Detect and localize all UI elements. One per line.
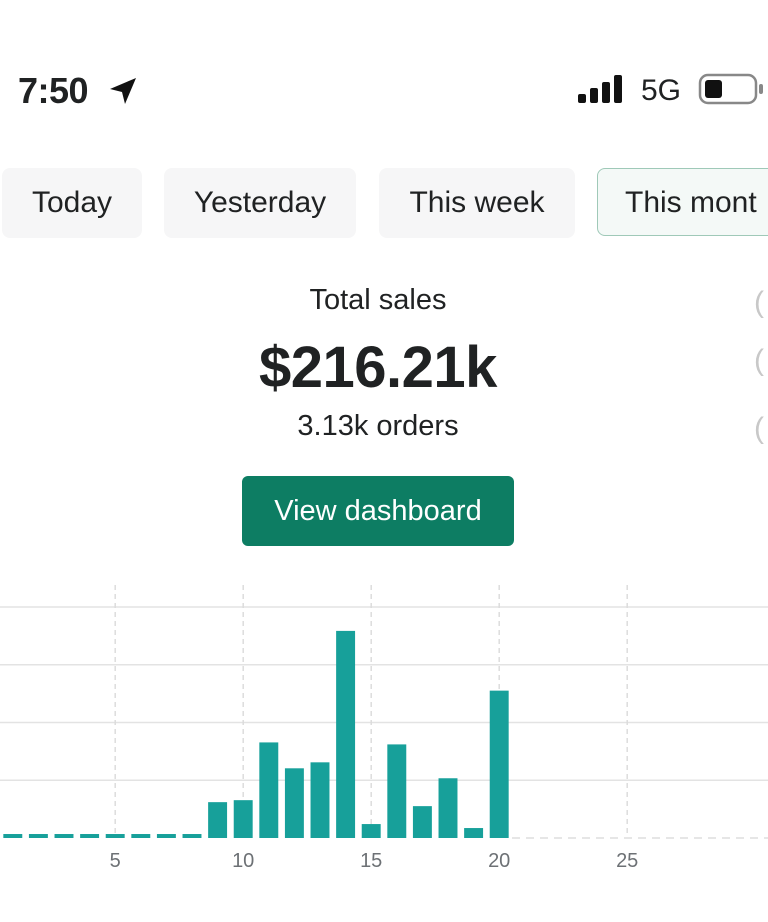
view-dashboard-button[interactable]: View dashboard bbox=[242, 476, 514, 546]
chart-bar bbox=[54, 834, 74, 838]
next-card-edge: ( bbox=[754, 286, 764, 319]
chart-bar bbox=[105, 834, 125, 838]
x-tick-label: 25 bbox=[616, 850, 638, 872]
chart-bar bbox=[361, 824, 381, 838]
chart-bar bbox=[464, 828, 484, 838]
chart-bar bbox=[156, 834, 176, 838]
x-tick-label: 15 bbox=[360, 850, 382, 872]
x-tick-label: 5 bbox=[110, 850, 121, 872]
total-sales-value: $216.21k bbox=[259, 335, 497, 400]
chart-bar bbox=[131, 834, 151, 838]
tab-this-month[interactable]: This mont bbox=[597, 168, 768, 236]
status-bar: 7:50 5G bbox=[0, 0, 768, 130]
chart-bar bbox=[310, 762, 330, 838]
tab-yesterday[interactable]: Yesterday bbox=[164, 168, 356, 238]
chart-bar bbox=[28, 834, 48, 838]
chart-bar bbox=[489, 690, 509, 838]
chart-bar bbox=[259, 742, 279, 838]
orders-count: 3.13k orders bbox=[297, 410, 459, 442]
date-range-tabs: Today Yesterday This week This mont bbox=[0, 168, 768, 240]
next-card-edge: ( bbox=[754, 412, 764, 445]
status-time: 7:50 bbox=[18, 70, 89, 111]
x-tick-label: 20 bbox=[488, 850, 510, 872]
next-card-edge: ( bbox=[754, 344, 764, 377]
chart-bar bbox=[412, 806, 432, 838]
chart-bar bbox=[284, 768, 304, 838]
chart-bar bbox=[233, 800, 253, 838]
signal-bars-icon bbox=[578, 75, 622, 103]
battery-icon bbox=[698, 73, 763, 105]
location-arrow-icon bbox=[110, 78, 136, 104]
network-type: 5G bbox=[641, 74, 682, 107]
tab-this-week[interactable]: This week bbox=[379, 168, 575, 238]
tab-today[interactable]: Today bbox=[2, 168, 142, 238]
chart-bar bbox=[182, 834, 202, 838]
chart-bar bbox=[80, 834, 100, 838]
chart-bar bbox=[336, 630, 356, 838]
chart-bar bbox=[3, 834, 23, 838]
chart-bar bbox=[387, 744, 407, 838]
chart-bar bbox=[438, 778, 458, 838]
chart-bar bbox=[208, 802, 228, 838]
sales-bar-chart: 5 10 15 20 25 bbox=[0, 585, 768, 872]
x-tick-label: 10 bbox=[232, 850, 254, 872]
total-sales-label: Total sales bbox=[309, 284, 447, 316]
